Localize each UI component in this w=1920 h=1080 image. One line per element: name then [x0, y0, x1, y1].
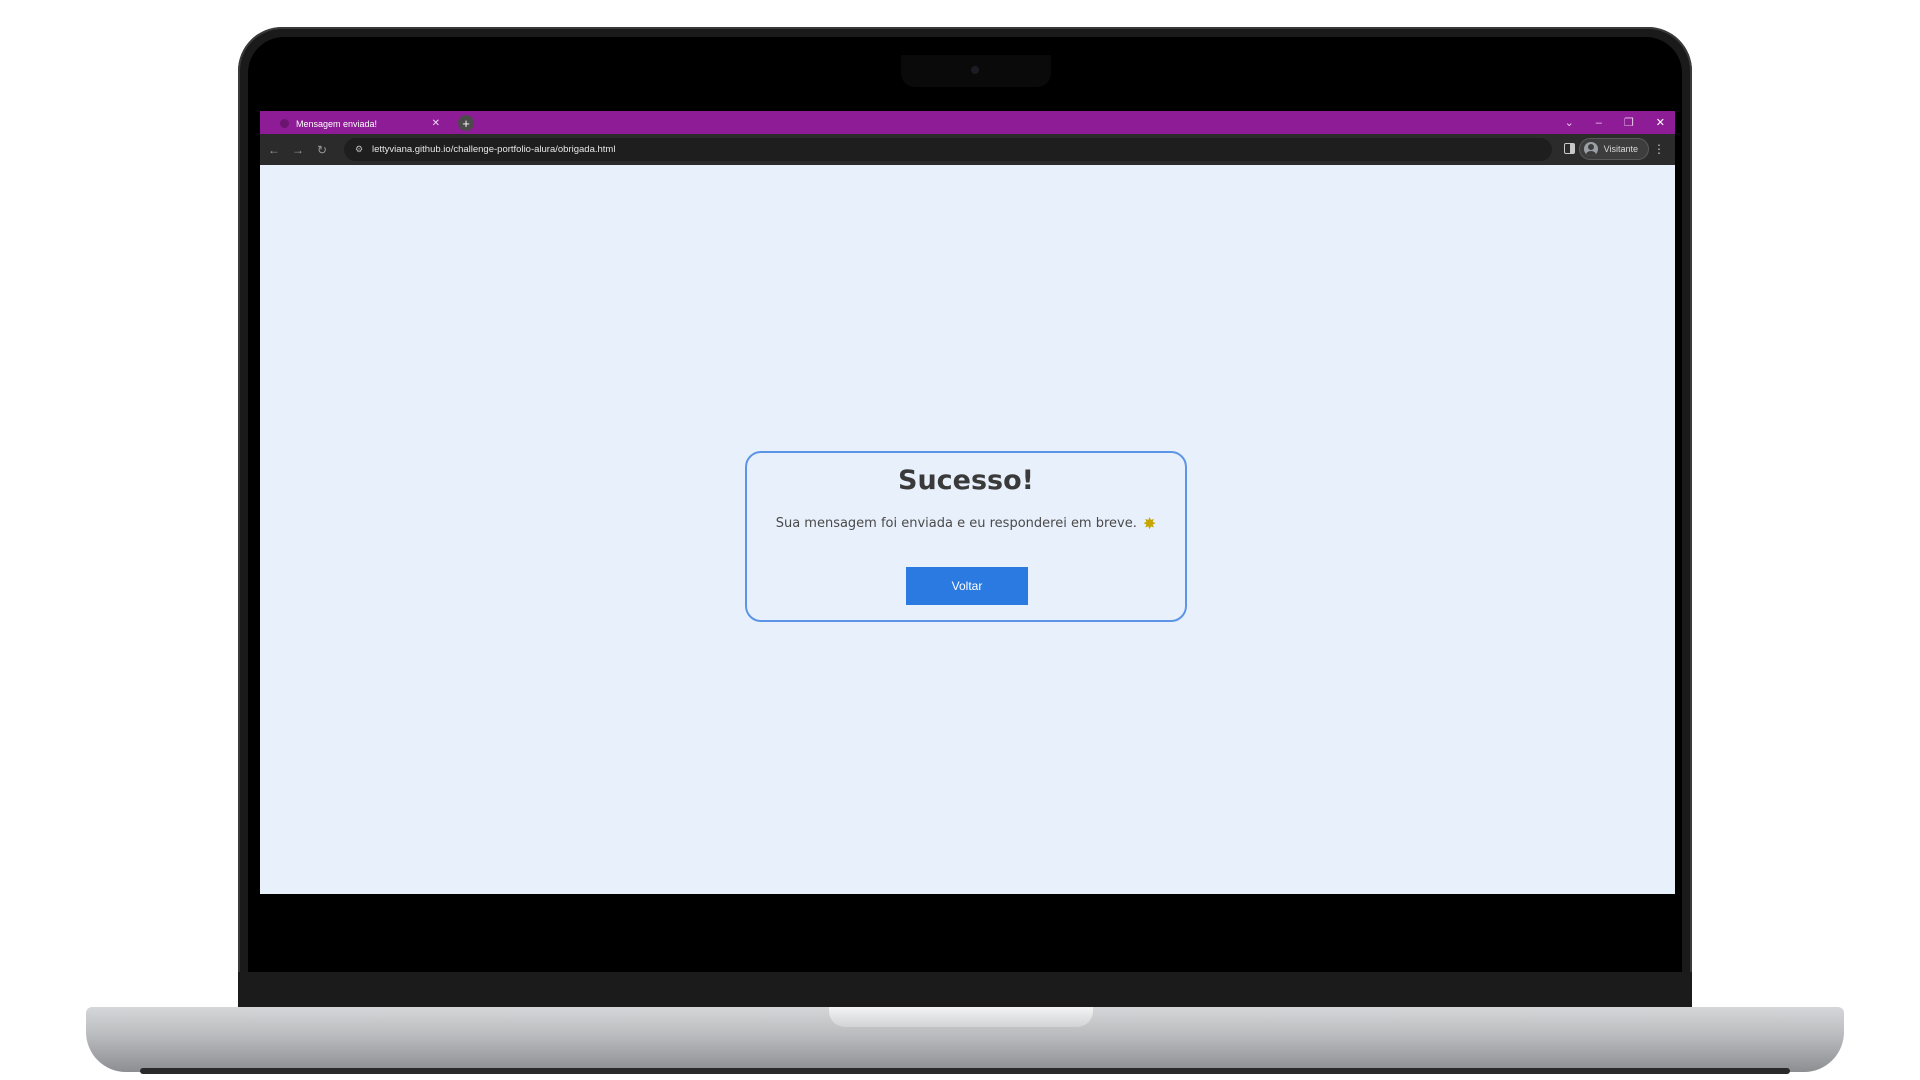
- laptop-chin: [238, 972, 1692, 1012]
- sparkle-icon: ✸: [1142, 514, 1157, 533]
- side-panel-icon[interactable]: [1564, 143, 1575, 154]
- tab-active[interactable]: Mensagem enviada! ✕: [272, 113, 448, 134]
- laptop-base: [86, 1007, 1844, 1072]
- restore-icon[interactable]: ❐: [1624, 116, 1634, 129]
- browser-toolbar: ← → ↻ ⚙ lettyviana.github.io/challenge-p…: [260, 134, 1675, 165]
- forward-icon[interactable]: →: [288, 140, 308, 160]
- back-button[interactable]: Voltar: [906, 567, 1028, 605]
- site-info-icon[interactable]: ⚙: [352, 143, 366, 157]
- close-window-icon[interactable]: ✕: [1656, 116, 1665, 129]
- tab-strip: Mensagem enviada! ✕ + ⌄ – ❐ ✕: [260, 111, 1675, 134]
- profile-button[interactable]: Visitante: [1578, 138, 1649, 160]
- success-card: Sucesso! Sua mensagem foi enviada e eu r…: [745, 451, 1187, 622]
- favicon-icon: [280, 119, 289, 128]
- minimize-icon[interactable]: –: [1596, 117, 1602, 129]
- browser-screen: Mensagem enviada! ✕ + ⌄ – ❐ ✕ ← → ↻ ⚙ le…: [260, 111, 1675, 894]
- trackpad-notch: [829, 1007, 1093, 1027]
- camera-icon: [971, 66, 979, 74]
- laptop-mockup: Mensagem enviada! ✕ + ⌄ – ❐ ✕ ← → ↻ ⚙ le…: [0, 0, 1920, 1080]
- page-title: Sucesso!: [898, 465, 1034, 496]
- tab-close-icon[interactable]: ✕: [432, 118, 440, 129]
- reload-icon[interactable]: ↻: [312, 140, 332, 160]
- back-icon[interactable]: ←: [264, 140, 284, 160]
- tab-title: Mensagem enviada!: [296, 118, 378, 129]
- window-controls: ⌄ – ❐ ✕: [1565, 111, 1665, 134]
- new-tab-button[interactable]: +: [458, 115, 474, 131]
- address-bar[interactable]: ⚙ lettyviana.github.io/challenge-portfol…: [344, 138, 1552, 161]
- url-text[interactable]: lettyviana.github.io/challenge-portfolio…: [372, 144, 615, 155]
- laptop-foot: [140, 1068, 1790, 1074]
- profile-label: Visitante: [1603, 144, 1638, 154]
- message-text: Sua mensagem foi enviada e eu respondere…: [775, 516, 1137, 531]
- camera-notch: [901, 55, 1051, 87]
- tab-search-icon[interactable]: ⌄: [1565, 116, 1574, 129]
- success-message: Sua mensagem foi enviada e eu respondere…: [747, 514, 1185, 533]
- profile-icon: [1583, 142, 1598, 156]
- page-content: Sucesso! Sua mensagem foi enviada e eu r…: [260, 165, 1675, 894]
- menu-icon[interactable]: ⋮: [1653, 140, 1665, 158]
